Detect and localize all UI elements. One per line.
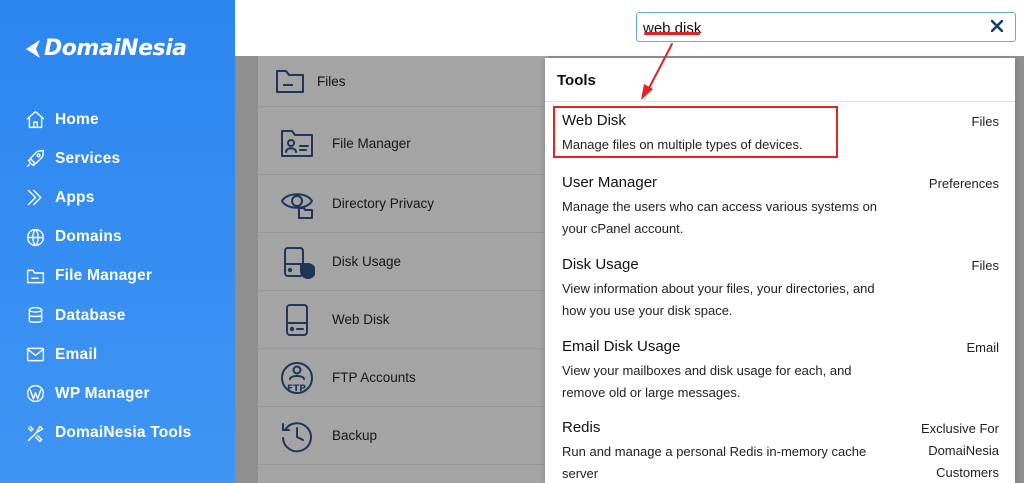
disk-usage-icon bbox=[277, 242, 317, 282]
backup-clock-icon bbox=[277, 416, 317, 456]
file-manager-icon bbox=[277, 123, 317, 163]
result-title: Disk Usage bbox=[562, 256, 639, 273]
result-description: Manage the users who can access various … bbox=[562, 199, 878, 236]
files-section-title: Files bbox=[317, 73, 346, 89]
rocket-icon bbox=[24, 148, 46, 170]
sidebar-item-domains[interactable]: Domains bbox=[24, 218, 191, 257]
tool-label: FTP Accounts bbox=[332, 370, 416, 385]
apps-icon bbox=[24, 187, 46, 209]
database-icon bbox=[24, 305, 46, 327]
annotation-arrow-icon bbox=[641, 43, 673, 100]
clear-search-button[interactable] bbox=[988, 16, 1006, 36]
results-group-title: Tools bbox=[557, 72, 596, 89]
files-section-header[interactable]: Files bbox=[258, 56, 548, 107]
result-disk-usage[interactable]: Disk Usage View information about your f… bbox=[545, 256, 1015, 326]
result-category: Preferences bbox=[928, 176, 999, 191]
highlight-box bbox=[553, 106, 838, 158]
wordpress-icon bbox=[24, 383, 46, 405]
sidebar-nav: Home Services Apps Domains File Manager … bbox=[24, 100, 191, 453]
sidebar-item-label: Database bbox=[55, 306, 126, 324]
result-description: View information about your files, your … bbox=[562, 281, 875, 318]
result-title: Redis bbox=[562, 419, 601, 436]
sidebar-item-label: File Manager bbox=[55, 267, 153, 285]
sidebar-item-apps[interactable]: Apps bbox=[24, 178, 191, 217]
web-disk-icon bbox=[277, 300, 317, 340]
sidebar-item-label: DomaiNesia Tools bbox=[55, 424, 192, 442]
eye-folder-icon bbox=[277, 184, 317, 224]
sidebar-item-services[interactable]: Services bbox=[24, 139, 191, 178]
files-section: Files File Manager Directory Privacy Dis… bbox=[258, 56, 548, 483]
ftp-icon: FTP bbox=[277, 358, 317, 398]
sidebar-item-label: Email bbox=[55, 345, 98, 363]
result-email-disk-usage[interactable]: Email Disk Usage View your mailboxes and… bbox=[545, 338, 1015, 408]
tool-row-partial bbox=[258, 464, 548, 483]
search-input[interactable] bbox=[643, 18, 963, 38]
result-title: Email Disk Usage bbox=[562, 338, 681, 355]
search-box[interactable] bbox=[636, 12, 1016, 42]
tool-directory-privacy[interactable]: Directory Privacy bbox=[258, 174, 548, 232]
tool-backup[interactable]: Backup bbox=[258, 406, 548, 464]
sidebar-item-database[interactable]: Database bbox=[24, 296, 191, 335]
folder-icon bbox=[276, 70, 304, 93]
tool-label: Backup bbox=[332, 428, 378, 443]
tool-label: Directory Privacy bbox=[332, 196, 435, 211]
tool-label: Web Disk bbox=[332, 312, 390, 327]
sidebar-item-label: Domains bbox=[55, 228, 122, 246]
tool-ftp-accounts[interactable]: FTP FTP Accounts bbox=[258, 348, 548, 406]
tool-label: Disk Usage bbox=[332, 254, 402, 269]
result-description: View your mailboxes and disk usage for e… bbox=[562, 363, 852, 400]
result-redis[interactable]: Redis Run and manage a personal Redis in… bbox=[545, 419, 1015, 483]
tool-file-manager[interactable]: File Manager bbox=[258, 118, 548, 168]
brand-logo[interactable]: DomaiNesia bbox=[24, 36, 187, 61]
sidebar-item-label: Services bbox=[55, 149, 121, 167]
sidebar: DomaiNesia Home Services Apps Domains Fi… bbox=[0, 0, 235, 483]
sidebar-item-label: Home bbox=[55, 110, 99, 128]
envelope-icon bbox=[24, 344, 46, 366]
sidebar-item-domainesia-tools[interactable]: DomaiNesia Tools bbox=[24, 414, 191, 453]
sidebar-item-wp-manager[interactable]: WP Manager bbox=[24, 374, 191, 413]
sidebar-item-home[interactable]: Home bbox=[24, 100, 191, 139]
home-icon bbox=[24, 109, 46, 131]
folder-icon bbox=[24, 265, 46, 287]
sidebar-item-email[interactable]: Email bbox=[24, 335, 191, 374]
tool-web-disk[interactable]: Web Disk bbox=[258, 290, 548, 348]
result-category: Exclusive For DomaiNesia Customers bbox=[920, 421, 999, 480]
sidebar-item-label: WP Manager bbox=[55, 384, 150, 402]
globe-icon bbox=[24, 226, 46, 248]
brand-name: DomaiNesia bbox=[44, 36, 187, 61]
divider bbox=[545, 101, 1015, 102]
tool-disk-usage[interactable]: Disk Usage bbox=[258, 232, 548, 290]
tool-label: File Manager bbox=[332, 135, 411, 151]
result-category: Files bbox=[971, 114, 999, 129]
search-term-underline bbox=[644, 32, 700, 35]
svg-text:FTP: FTP bbox=[287, 384, 306, 394]
result-user-manager[interactable]: User Manager Manage the users who can ac… bbox=[545, 174, 1015, 244]
result-category: Email bbox=[966, 340, 999, 355]
sidebar-item-file-manager[interactable]: File Manager bbox=[24, 257, 191, 296]
logo-arrow-icon bbox=[26, 39, 40, 58]
close-icon bbox=[991, 20, 1003, 32]
result-description: Run and manage a personal Redis in-memor… bbox=[562, 444, 867, 481]
result-title: User Manager bbox=[562, 174, 658, 191]
tools-icon bbox=[24, 422, 46, 444]
sidebar-item-label: Apps bbox=[55, 188, 95, 206]
result-category: Files bbox=[971, 258, 999, 273]
